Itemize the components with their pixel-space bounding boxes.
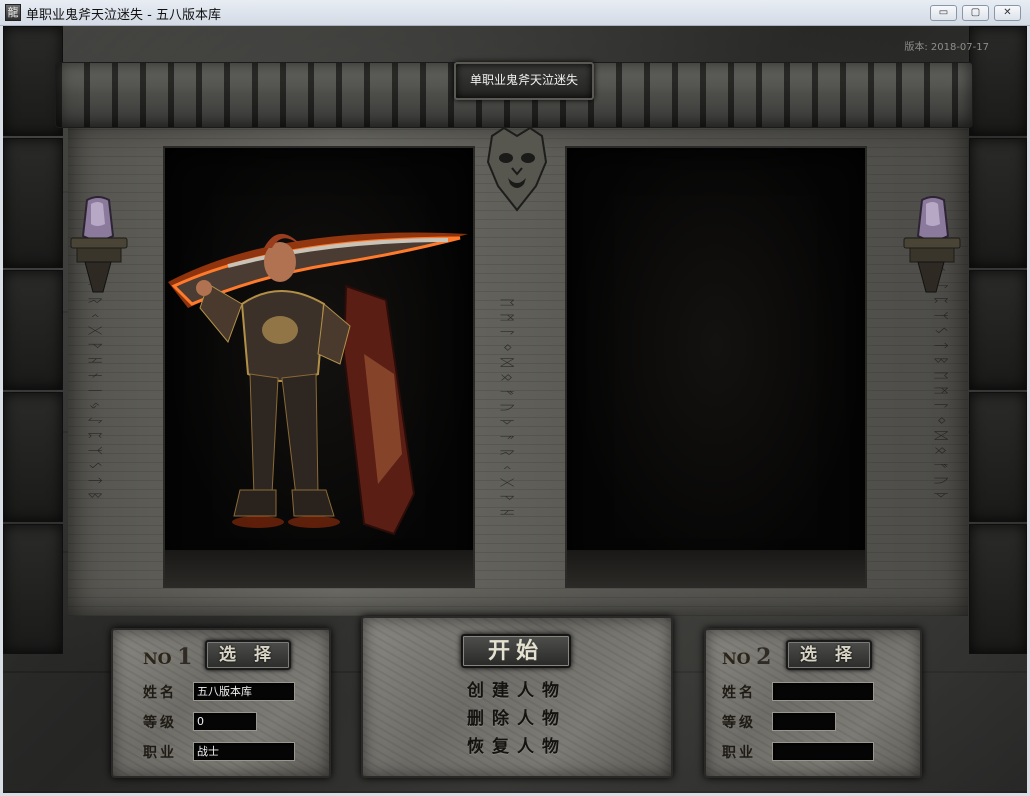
window-title: 单职业鬼斧天泣迷失 - 五八版本库	[26, 8, 221, 23]
stone-wall-block	[969, 270, 1027, 390]
character-slot-2-panel: NO 2 选 择 姓名 等级 职业	[704, 628, 922, 778]
stone-wall-block	[3, 26, 63, 136]
level-field: 0	[193, 712, 257, 731]
crystal-lamp-icon	[903, 196, 961, 293]
job-field	[772, 742, 874, 761]
rune-carving: ᛖᛗᛚᛜᛞᛟᚠᚢᚦᚨᚱᚲᚷᚹᚺ	[498, 298, 516, 524]
stone-wall-block	[969, 392, 1027, 522]
select-slot-2-button[interactable]: 选 择	[786, 640, 872, 670]
name-label: 姓名	[143, 685, 177, 701]
warrior-character[interactable]	[168, 204, 478, 586]
maximize-button[interactable]: ▢	[962, 5, 989, 21]
slot-no-text: NO	[143, 649, 172, 668]
character-slot-2-alcove[interactable]	[565, 146, 867, 588]
game-viewport: 版本: 2018-07-17 单职业鬼斧天泣迷失 ᚠᚢᚦᚨᚱᚲᚷᚹᚺᚾᛁᛃᛇᛈᛉ…	[3, 26, 1027, 793]
window-titlebar: 龍 单职业鬼斧天泣迷失 - 五八版本库 ▭ ▢ ✕	[0, 0, 1030, 26]
slot-no-text: NO	[722, 649, 751, 668]
version-label: 版本: 2018-07-17	[904, 42, 989, 53]
stone-wall-block	[3, 270, 63, 390]
job-field: 战士	[193, 742, 295, 761]
stone-wall-block	[3, 392, 63, 522]
job-label: 职业	[143, 745, 177, 761]
level-label: 等级	[722, 715, 756, 731]
gargoyle-icon	[486, 126, 548, 212]
stone-wall-block	[3, 524, 63, 654]
level-label: 等级	[143, 715, 177, 731]
character-slot-1-panel: NO 1 选 择 姓名 五八版本库 等级 0 职业 战士	[111, 628, 331, 778]
select-slot-1-button[interactable]: 选 择	[205, 640, 291, 670]
slot-no-number: 2	[756, 644, 772, 670]
stone-wall-block	[969, 138, 1027, 268]
stone-wall-block	[969, 524, 1027, 654]
slot-no-number: 1	[177, 644, 193, 670]
name-label: 姓名	[722, 685, 756, 701]
app-icon: 龍	[5, 4, 21, 21]
name-field: 五八版本库	[193, 682, 295, 701]
alcove-floor	[567, 550, 865, 586]
minimize-button[interactable]: ▭	[930, 5, 957, 21]
delete-character-button[interactable]: 删除人物	[459, 704, 575, 729]
server-title-plaque: 单职业鬼斧天泣迷失	[454, 62, 594, 100]
restore-character-button[interactable]: 恢复人物	[459, 732, 575, 757]
slot-2-number: NO 2	[722, 644, 771, 670]
slot-1-number: NO 1	[143, 644, 192, 670]
job-label: 职业	[722, 745, 756, 761]
create-character-button[interactable]: 创建人物	[459, 676, 575, 701]
level-field	[772, 712, 836, 731]
close-button[interactable]: ✕	[994, 5, 1021, 21]
crystal-lamp-icon	[70, 196, 128, 293]
start-game-button[interactable]: 开始	[461, 634, 571, 668]
name-field	[772, 682, 874, 701]
stone-wall-block	[3, 138, 63, 268]
character-actions-panel: 开始 创建人物 删除人物 恢复人物	[361, 616, 673, 778]
